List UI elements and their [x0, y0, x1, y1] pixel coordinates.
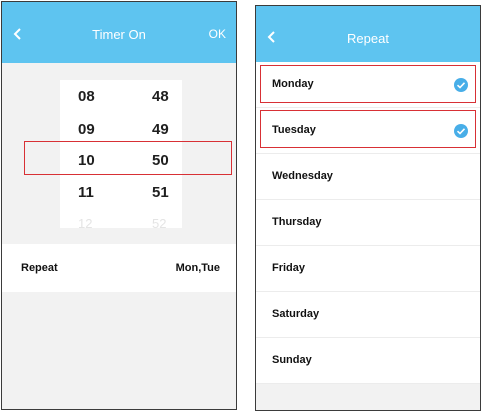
picker-row[interactable]: 08 48 — [60, 88, 182, 108]
picker-row[interactable]: 09 49 — [60, 121, 182, 141]
hour-value: 09 — [78, 121, 95, 138]
day-label: Friday — [272, 262, 306, 274]
repeat-value: Mon,Tue — [175, 262, 220, 274]
ok-button[interactable]: OK — [209, 27, 226, 41]
repeat-row[interactable]: Repeat Mon,Tue — [2, 244, 236, 292]
day-item-sunday[interactable]: Sunday — [256, 338, 480, 384]
day-item-saturday[interactable]: Saturday — [256, 292, 480, 338]
tuesday-highlight — [260, 110, 476, 148]
day-label: Saturday — [272, 308, 320, 320]
selection-highlight — [24, 141, 232, 175]
repeat-label: Repeat — [21, 262, 58, 274]
repeat-header: Repeat — [256, 6, 480, 62]
hour-value: 08 — [78, 88, 95, 105]
timer-header: Timer On OK — [2, 2, 236, 63]
day-item-thursday[interactable]: Thursday — [256, 200, 480, 246]
day-item-wednesday[interactable]: Wednesday — [256, 154, 480, 200]
hour-value: 12 — [78, 216, 93, 231]
day-label: Sunday — [272, 354, 312, 366]
day-item-friday[interactable]: Friday — [256, 246, 480, 292]
repeat-screen: Repeat Monday Tuesday Wednesday Thursday… — [255, 5, 481, 411]
monday-highlight — [260, 65, 476, 103]
picker-row[interactable]: 12 52 — [60, 216, 182, 236]
minute-value: 48 — [152, 88, 169, 105]
timer-on-screen: Timer On OK 08 48 09 49 10 50 11 51 12 5… — [1, 1, 237, 410]
page-title: Timer On — [92, 27, 146, 42]
day-label: Wednesday — [272, 170, 333, 182]
minute-value: 49 — [152, 121, 169, 138]
picker-row[interactable]: 11 51 — [60, 184, 182, 204]
hour-value: 11 — [78, 184, 94, 201]
day-label: Thursday — [272, 216, 322, 228]
minute-value: 51 — [152, 184, 169, 201]
minute-value: 52 — [152, 216, 167, 231]
page-title: Repeat — [347, 31, 389, 46]
